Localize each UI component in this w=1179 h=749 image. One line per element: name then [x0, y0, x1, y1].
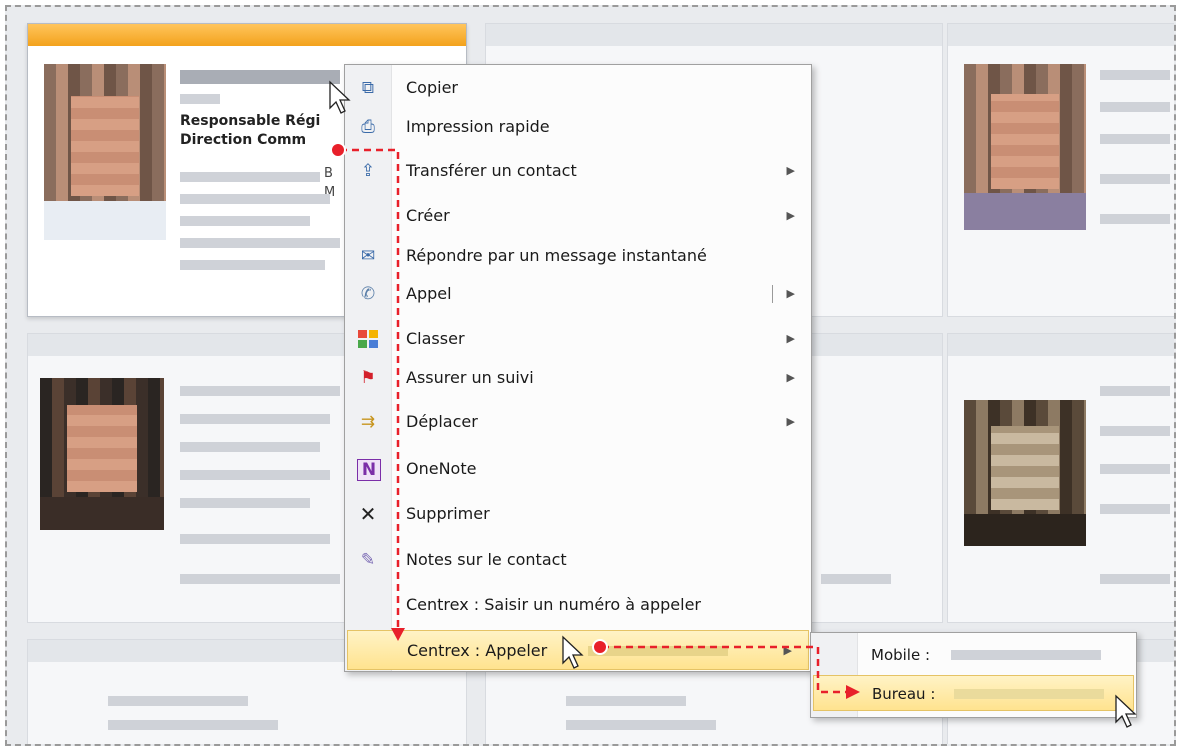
- menu-item-centrex-saisir[interactable]: Centrex : Saisir un numéro à appeler: [345, 585, 811, 625]
- masked-text: [180, 534, 330, 544]
- masked-text: [588, 646, 728, 656]
- card-header: [948, 334, 1174, 356]
- menu-item-label: Assurer un suivi: [406, 368, 534, 387]
- masked-text: [1100, 70, 1170, 80]
- submenu-arrow-icon: ▶: [783, 644, 792, 657]
- menu-item-impression-rapide[interactable]: ⎙ Impression rapide: [345, 107, 811, 147]
- masked-text: [1100, 214, 1170, 224]
- menu-item-onenote[interactable]: N OneNote: [345, 449, 811, 489]
- menu-item-label: Créer: [406, 206, 450, 225]
- masked-text: [180, 386, 340, 396]
- menu-item-appel[interactable]: ✆ Appel ▶: [345, 274, 811, 314]
- delete-icon: ✕: [359, 502, 377, 526]
- menu-item-label: OneNote: [406, 459, 477, 478]
- submenu-arrow-icon: ▶: [786, 164, 795, 177]
- masked-text: [180, 238, 340, 248]
- masked-text: [180, 442, 320, 452]
- forward-contact-icon: ⇪: [360, 161, 376, 181]
- menu-item-label: Supprimer: [406, 504, 490, 523]
- partial-text-1: B: [324, 166, 333, 181]
- menu-item-copier[interactable]: ⧉ Copier: [345, 68, 811, 108]
- call-submenu[interactable]: Mobile : Bureau :: [810, 632, 1137, 718]
- menu-item-label: Classer: [406, 329, 465, 348]
- menu-item-supprimer[interactable]: ✕ Supprimer: [345, 494, 811, 534]
- masked-text: [1100, 426, 1170, 436]
- menu-item-classer[interactable]: Classer ▶: [345, 319, 811, 359]
- masked-text: [821, 574, 891, 584]
- flag-icon: ⚑: [360, 368, 376, 388]
- print-icon: ⎙: [361, 117, 375, 137]
- masked-text: [180, 574, 340, 584]
- submenu-arrow-icon: ▶: [786, 287, 795, 300]
- split-separator: [772, 285, 773, 303]
- submenu-item-label: Bureau :: [872, 685, 936, 703]
- masked-text: [180, 260, 325, 270]
- masked-text: [566, 696, 686, 706]
- submenu-arrow-icon: ▶: [786, 332, 795, 345]
- menu-item-notes-contact[interactable]: ✎ Notes sur le contact: [345, 540, 811, 580]
- context-menu[interactable]: ⧉ Copier ⎙ Impression rapide ⇪ Transfére…: [344, 64, 812, 672]
- masked-text: [1100, 102, 1170, 112]
- masked-text: [1100, 464, 1170, 474]
- menu-item-creer[interactable]: Créer ▶: [345, 196, 811, 236]
- submenu-item-bureau[interactable]: Bureau :: [813, 675, 1134, 711]
- menu-item-label: Centrex : Saisir un numéro à appeler: [406, 595, 701, 614]
- contact-photo: [40, 378, 164, 530]
- masked-text: [180, 216, 310, 226]
- card-header: [28, 24, 466, 46]
- submenu-item-label: Mobile :: [871, 646, 931, 664]
- masked-text: [1100, 574, 1170, 584]
- contact-notes-icon: ✎: [360, 550, 376, 570]
- menu-item-label: Appel: [406, 284, 452, 303]
- contact-photo: [964, 64, 1086, 230]
- menu-item-deplacer[interactable]: ⇉ Déplacer ▶: [345, 402, 811, 442]
- card-header: [486, 24, 942, 46]
- menu-item-label: Copier: [406, 78, 458, 97]
- copy-icon: ⧉: [361, 78, 375, 98]
- contact-job-title: Responsable Régi Direction Comm: [180, 112, 350, 150]
- job-title-line-2: Direction Comm: [180, 132, 307, 148]
- move-folder-icon: ⇉: [360, 412, 376, 432]
- menu-item-transferer-contact[interactable]: ⇪ Transférer un contact ▶: [345, 151, 811, 191]
- card-header: [948, 24, 1174, 46]
- contact-photo: [964, 400, 1086, 546]
- masked-text: [1100, 174, 1170, 184]
- menu-item-repondre-message[interactable]: ✉ Répondre par un message instantané: [345, 236, 811, 276]
- menu-item-label: Impression rapide: [406, 117, 550, 136]
- submenu-arrow-icon: ▶: [786, 415, 795, 428]
- menu-item-label: Déplacer: [406, 412, 478, 431]
- masked-text: [1100, 504, 1170, 514]
- masked-text: [108, 720, 278, 730]
- menu-item-centrex-appeler[interactable]: Centrex : Appeler ▶: [347, 630, 809, 670]
- contact-card[interactable]: [947, 333, 1174, 623]
- masked-phone-number: [954, 689, 1104, 699]
- menu-item-label: Centrex : Appeler: [407, 641, 548, 660]
- masked-name: [180, 70, 340, 84]
- masked-text: [180, 94, 220, 104]
- masked-text: [1100, 134, 1170, 144]
- masked-phone-number: [951, 650, 1101, 660]
- masked-text: [180, 470, 330, 480]
- phone-icon: ✆: [360, 284, 376, 304]
- submenu-arrow-icon: ▶: [786, 209, 795, 222]
- menu-item-label: Transférer un contact: [406, 161, 577, 180]
- masked-text: [180, 414, 330, 424]
- menu-item-assurer-suivi[interactable]: ⚑ Assurer un suivi ▶: [345, 358, 811, 398]
- menu-item-label: Répondre par un message instantané: [406, 246, 707, 265]
- categorize-icon: [358, 330, 378, 348]
- contact-photo: [44, 64, 166, 240]
- onenote-icon: N: [357, 459, 381, 481]
- masked-text: [1100, 386, 1170, 396]
- masked-text: [180, 172, 320, 182]
- job-title-line-1: Responsable Régi: [180, 113, 321, 129]
- contact-card[interactable]: [947, 23, 1174, 317]
- instant-message-icon: ✉: [360, 246, 376, 266]
- masked-text: [566, 720, 716, 730]
- submenu-arrow-icon: ▶: [786, 371, 795, 384]
- submenu-item-mobile[interactable]: Mobile :: [811, 637, 1136, 673]
- masked-text: [180, 194, 330, 204]
- menu-item-label: Notes sur le contact: [406, 550, 567, 569]
- masked-text: [180, 498, 310, 508]
- masked-text: [108, 696, 248, 706]
